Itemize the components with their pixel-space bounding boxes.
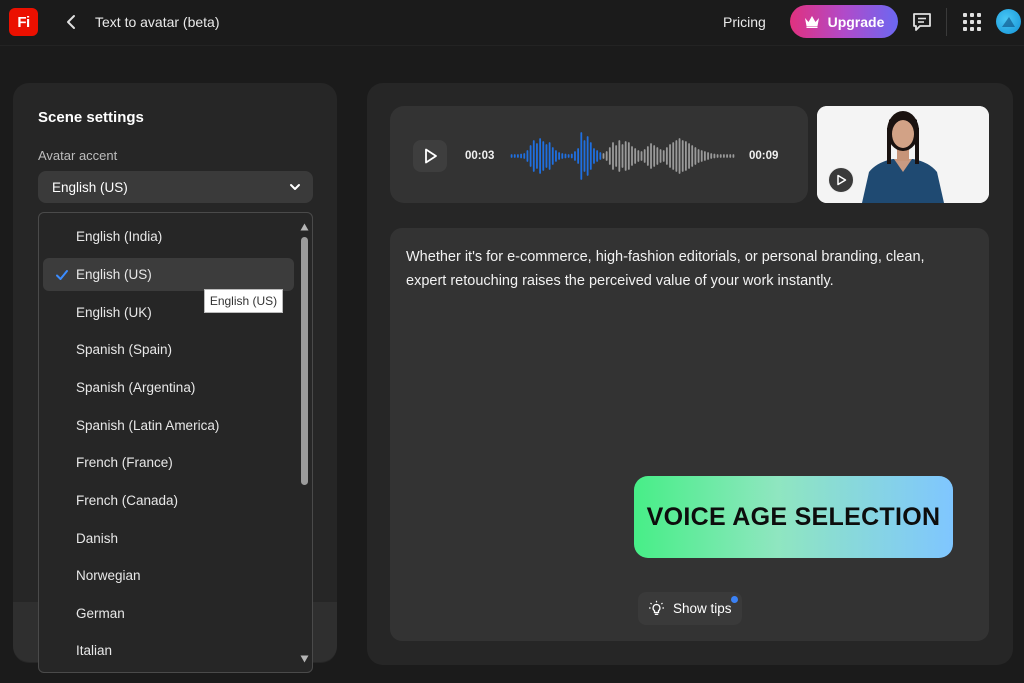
option-label: English (US) bbox=[76, 267, 152, 282]
accent-option[interactable]: Danish bbox=[43, 522, 294, 555]
show-tips-label: Show tips bbox=[673, 601, 732, 616]
checkmark-icon bbox=[56, 270, 68, 280]
app-logo[interactable]: Fi bbox=[9, 8, 38, 36]
pricing-link[interactable]: Pricing bbox=[723, 14, 766, 30]
upgrade-button[interactable]: Upgrade bbox=[790, 5, 898, 38]
scroll-up-arrow-icon[interactable] bbox=[300, 223, 309, 231]
dropdown-scrollbar[interactable] bbox=[300, 219, 309, 667]
option-label: Danish bbox=[76, 531, 119, 546]
back-button[interactable] bbox=[60, 10, 82, 34]
play-icon bbox=[425, 148, 437, 164]
accent-option[interactable]: Spanish (Latin America) bbox=[43, 409, 294, 442]
profile-avatar-icon[interactable] bbox=[996, 9, 1021, 34]
avatar-accent-label: Avatar accent bbox=[38, 148, 118, 163]
avatar-accent-select[interactable]: English (US) bbox=[38, 171, 313, 203]
script-text[interactable]: Whether it's for e-commerce, high-fashio… bbox=[406, 245, 966, 293]
option-label: French (Canada) bbox=[76, 493, 179, 508]
accent-option[interactable]: French (France) bbox=[43, 446, 294, 479]
option-tooltip: English (US) bbox=[204, 289, 283, 313]
audio-play-button[interactable] bbox=[413, 140, 447, 172]
scrollbar-thumb[interactable] bbox=[301, 237, 308, 485]
accent-option[interactable]: Spanish (Argentina) bbox=[43, 371, 294, 404]
divider bbox=[946, 8, 947, 36]
accent-option[interactable]: French (Canada) bbox=[43, 484, 294, 517]
option-label: Norwegian bbox=[76, 568, 141, 583]
scroll-down-arrow-icon[interactable] bbox=[300, 655, 309, 663]
lightbulb-icon bbox=[649, 600, 664, 615]
chevron-down-icon bbox=[290, 184, 300, 190]
apps-grid-icon[interactable] bbox=[962, 12, 982, 32]
option-label: English (India) bbox=[76, 229, 163, 244]
accent-option[interactable]: Italian bbox=[43, 634, 294, 667]
crown-icon bbox=[804, 16, 819, 28]
option-label: Spanish (Argentina) bbox=[76, 380, 196, 395]
accent-option[interactable]: Spanish (Spain) bbox=[43, 333, 294, 366]
accent-option[interactable]: English (India) bbox=[43, 220, 294, 253]
audio-duration: 00:09 bbox=[749, 150, 779, 162]
scene-settings-title: Scene settings bbox=[38, 109, 144, 126]
accent-option[interactable]: German bbox=[43, 597, 294, 630]
show-tips-button[interactable]: Show tips bbox=[638, 592, 742, 625]
audio-current-time: 00:03 bbox=[465, 150, 495, 162]
chat-icon[interactable] bbox=[911, 11, 933, 33]
page-title: Text to avatar (beta) bbox=[95, 14, 220, 30]
upgrade-label: Upgrade bbox=[827, 13, 885, 30]
option-label: Spanish (Latin America) bbox=[76, 418, 220, 433]
voice-age-banner: VOICE AGE SELECTION bbox=[634, 476, 953, 558]
accent-option-selected[interactable]: English (US) bbox=[43, 258, 294, 291]
audio-waveform[interactable] bbox=[510, 128, 735, 184]
notification-dot bbox=[731, 596, 738, 603]
back-chevron-icon bbox=[67, 15, 75, 29]
accent-select-value: English (US) bbox=[52, 179, 128, 195]
option-label: Spanish (Spain) bbox=[76, 342, 173, 357]
video-play-button[interactable] bbox=[828, 167, 854, 193]
option-label: German bbox=[76, 606, 125, 621]
accent-dropdown-list[interactable]: English (India) English (US) English (UK… bbox=[38, 212, 313, 673]
option-label: Italian bbox=[76, 643, 113, 658]
accent-option[interactable]: Norwegian bbox=[43, 559, 294, 592]
play-icon bbox=[837, 174, 847, 186]
option-label: English (UK) bbox=[76, 305, 152, 320]
option-label: French (France) bbox=[76, 455, 173, 470]
